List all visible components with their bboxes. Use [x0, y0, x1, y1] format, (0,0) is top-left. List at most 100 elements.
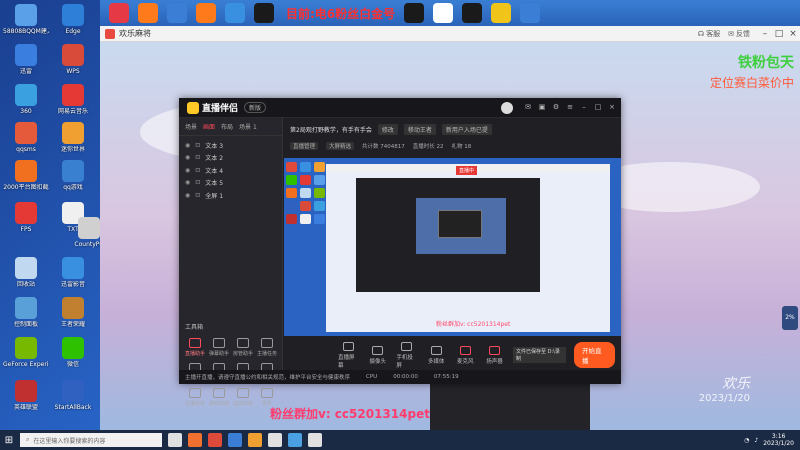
gift-icon[interactable]: ▣ — [537, 103, 547, 113]
stream-preview[interactable]: 直播中 粉丝群加v: cc5201314pet — [284, 158, 621, 336]
eye-icon[interactable]: ◉ — [185, 142, 190, 149]
desktop-icon[interactable]: StartAllBack — [50, 378, 96, 424]
scene-tab[interactable]: 画面 — [203, 122, 215, 131]
eye-icon[interactable]: ◉ — [185, 179, 190, 186]
toolbox-item[interactable]: 直播助手 — [183, 338, 207, 357]
close-icon[interactable]: × — [607, 103, 617, 113]
taskbar-app-icon[interactable] — [308, 433, 322, 447]
scene-item[interactable]: ◉ ⊡ 全屏 1 — [185, 189, 276, 202]
avatar[interactable] — [501, 101, 513, 114]
quick-launch-icon[interactable] — [404, 3, 425, 23]
volume-icon[interactable]: ♪ — [754, 437, 758, 444]
scene-item[interactable]: ◉ ⊡ 文本 2 — [185, 152, 276, 165]
desktop-icon[interactable]: qq游戏 — [50, 158, 96, 204]
toolbox-item[interactable]: 弹幕助手 — [207, 338, 231, 357]
edit-topic-button[interactable]: 修改 — [377, 123, 398, 135]
taskbar-app-icon[interactable] — [228, 433, 242, 447]
scene-tab[interactable]: 场景 1 — [239, 122, 257, 131]
quick-launch-icon[interactable] — [225, 3, 245, 23]
network-icon[interactable]: ◔ — [744, 437, 749, 444]
version-badge[interactable]: 新版 — [244, 102, 267, 113]
stream-meta-item: 直播时长 22 — [412, 144, 444, 150]
lock-icon[interactable]: ⊡ — [195, 167, 200, 174]
quick-launch-icon[interactable] — [138, 3, 158, 23]
source-tool-button[interactable]: 扬声器 — [484, 345, 505, 365]
tool-icon — [189, 388, 201, 398]
taskbar-app-icon[interactable] — [168, 433, 182, 447]
quick-launch-icon[interactable] — [196, 3, 216, 23]
source-tool-icon — [401, 341, 413, 351]
eye-icon[interactable]: ◉ — [185, 154, 190, 161]
taskbar-search-input[interactable]: ⌕ 在这里输入你要搜索的内容 — [20, 433, 162, 447]
settings-icon[interactable]: ⚙ — [551, 103, 561, 113]
eye-icon[interactable]: ◉ — [185, 167, 190, 174]
source-tool-button[interactable]: 手机投屏 — [396, 341, 417, 369]
entry-notice-toggle[interactable]: 新用户入场已提 — [441, 123, 492, 135]
message-icon[interactable]: ✉ — [523, 103, 533, 113]
clock[interactable]: 3:16 2023/1/20 — [763, 433, 794, 447]
game-canvas[interactable]: 铁粉包天 定位赛白菜价中 欢乐 2023/1/20 粉丝群加v: cc52013… — [100, 42, 800, 430]
quick-launch-icon[interactable] — [109, 3, 129, 23]
desktop-icon-label: 迅雷 — [19, 68, 32, 75]
scene-item[interactable]: ◉ ⊡ 文本 5 — [185, 177, 276, 190]
source-tool-button[interactable]: 直播屏幕 — [338, 341, 359, 369]
game-logo-watermark: 欢乐 2023/1/20 — [699, 373, 750, 404]
app-icon — [15, 337, 37, 359]
stream-topic[interactable]: 第2局观打野教学，有手有手会 — [290, 125, 372, 134]
stream-meta-item[interactable]: 大屏精选 — [326, 142, 355, 150]
desktop-icon[interactable]: FPS — [3, 200, 49, 246]
taskbar-app-icon[interactable] — [248, 433, 262, 447]
feedback-button[interactable]: ✉ 反馈 — [728, 29, 750, 39]
stream-meta-item[interactable]: 直播管理 — [290, 142, 319, 150]
desktop-icon[interactable]: GeForce Experience — [3, 335, 49, 381]
lock-icon[interactable]: ⊡ — [195, 192, 200, 199]
lock-icon[interactable]: ⊡ — [195, 154, 200, 161]
scene-tab[interactable]: 场景 — [185, 122, 197, 131]
preview-icon — [286, 214, 297, 224]
eye-icon[interactable]: ◉ — [185, 192, 190, 199]
quick-launch-icon[interactable] — [491, 3, 512, 23]
start-button[interactable]: ⊞ — [0, 431, 18, 449]
lock-icon[interactable]: ⊡ — [195, 179, 200, 186]
maximize-button[interactable]: □ — [772, 29, 786, 39]
toolbox-item[interactable]: 游戏商城 — [207, 388, 231, 407]
menu-icon[interactable]: ≡ — [565, 103, 575, 113]
category-selector[interactable]: 移动王者 — [403, 123, 436, 135]
desktop-icon[interactable]: 微信 — [50, 335, 96, 381]
source-tool-button[interactable]: 摄像头 — [367, 345, 388, 365]
minimize-button[interactable]: – — [758, 29, 772, 39]
source-tool-button[interactable]: 多媒体 — [426, 345, 447, 365]
preview-icon — [286, 201, 297, 211]
source-tool-button[interactable]: 麦克风 — [455, 345, 476, 365]
toolbox-item[interactable]: 主播任务 — [183, 388, 207, 407]
scene-tab[interactable]: 布局 — [221, 122, 233, 131]
desktop-icon[interactable]: 2000平台图扣截 — [3, 158, 49, 204]
start-live-button[interactable]: 开始直播 — [574, 342, 616, 368]
toolbox-item[interactable]: 虚拟形象 — [231, 388, 255, 407]
overlay-watermark-right: 铁粉包天 定位赛白菜价中 — [710, 52, 794, 91]
quick-launch-icon[interactable] — [462, 3, 483, 23]
preview-icon — [314, 214, 325, 224]
close-button[interactable]: × — [786, 29, 800, 39]
quick-launch-icon[interactable] — [433, 3, 454, 23]
customer-service-button[interactable]: ☊ 客服 — [698, 29, 720, 39]
scene-item[interactable]: ◉ ⊡ 文本 4 — [185, 164, 276, 177]
toolbox-item[interactable]: 房管助手 — [231, 338, 255, 357]
live-streaming-app: 直播伴侣 新版 ✉ ▣ ⚙ ≡ – □ × 场景 画面 布局 场景 1 ◉ ⊡ 文本 3 ◉… — [179, 98, 621, 407]
quick-launch-icon[interactable] — [520, 3, 541, 23]
toolbox-item[interactable]: 主播任务 — [255, 338, 279, 357]
source-tool-icon — [430, 345, 442, 355]
lock-icon[interactable]: ⊡ — [195, 142, 200, 149]
scene-item[interactable]: ◉ ⊡ 文本 3 — [185, 139, 276, 152]
quick-launch-icon[interactable] — [167, 3, 187, 23]
taskbar-app-icon[interactable] — [288, 433, 302, 447]
quick-launch-icon[interactable] — [254, 3, 274, 23]
desktop-icon[interactable]: 英雄联盟 — [3, 378, 49, 424]
maximize-icon[interactable]: □ — [593, 103, 603, 113]
toolbox-item-label: 直播助手 — [184, 351, 205, 357]
toolbox-item[interactable]: 更多 — [255, 388, 279, 407]
taskbar-app-icon[interactable] — [208, 433, 222, 447]
minimize-icon[interactable]: – — [579, 103, 589, 113]
taskbar-app-icon[interactable] — [268, 433, 282, 447]
taskbar-app-icon[interactable] — [188, 433, 202, 447]
